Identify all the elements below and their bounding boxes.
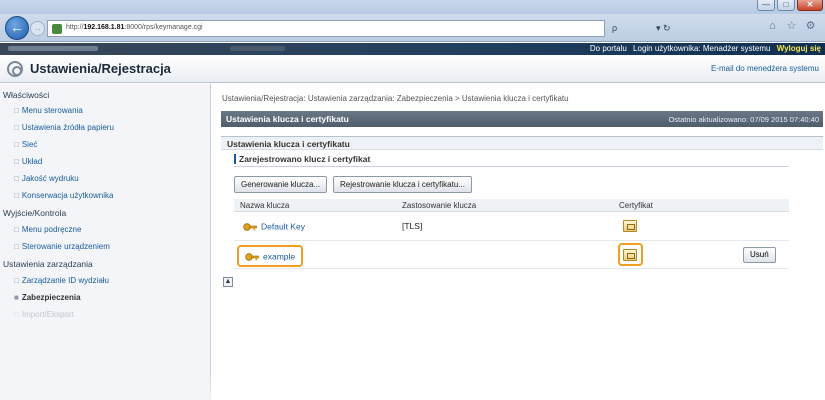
column-key-name: Nazwa klucza (240, 201, 290, 210)
bullet-icon: □ (14, 276, 19, 285)
email-admin-link[interactable]: E-mail do menedżera systemu (711, 64, 819, 73)
settings-icon[interactable]: ⚙ (804, 20, 817, 33)
sidebar-item-print-quality[interactable]: □ Jakość wydruku (14, 174, 79, 183)
last-updated: Ostatnio aktualizowano: 07/09 2015 07:40… (668, 115, 819, 124)
refresh-icon[interactable]: ▾ ↻ (656, 20, 671, 37)
page-title-bar: Ustawienia klucza i certyfikatu Ostatnio… (221, 111, 823, 127)
back-button[interactable]: ← (5, 16, 29, 40)
forward-button[interactable]: → (30, 21, 45, 36)
main-content: Ustawienia/Rejestracja: Ustawienia zarzą… (213, 84, 825, 400)
bullet-icon: □ (14, 157, 19, 166)
column-certificate: Certyfikat (619, 201, 653, 210)
certificate-icon[interactable] (623, 249, 637, 261)
section-title: Ustawienia klucza i certyfikatu (227, 139, 350, 149)
sidebar: Właściwości □ Menu sterowania □ Ustawienia… (0, 84, 211, 400)
login-user-info: Login użytkownika: Menadżer systemu (633, 44, 771, 53)
settings-gear-icon (7, 61, 23, 77)
sidebar-fade (0, 370, 211, 400)
registered-label: Zarejestrowano klucz i certyfikat (234, 154, 370, 164)
delete-button[interactable]: Usuń (743, 247, 776, 263)
top-links: Do portalu Login użytkownika: Menadżer s… (586, 44, 821, 53)
sidebar-section-output-control[interactable]: Wyjście/Kontrola (3, 208, 66, 218)
generate-key-button[interactable]: Generowanie klucza... (234, 176, 328, 193)
bullet-icon: ■ (14, 293, 19, 302)
sidebar-item-quick-menu[interactable]: □ Menu podręczne (14, 225, 81, 234)
sidebar-item-network[interactable]: □ Sieć (14, 140, 37, 149)
certificate-icon[interactable] (623, 220, 637, 232)
address-bar[interactable]: http://192.168.1.81:8000/rps/keymanage.c… (47, 20, 605, 37)
sidebar-section-management[interactable]: Ustawienia zarządzania (3, 259, 93, 269)
bullet-icon: □ (14, 123, 19, 132)
key-usage: [TLS] (402, 221, 423, 231)
portal-link[interactable]: Do portalu (590, 44, 627, 53)
url-text[interactable]: http://192.168.1.81:8000/rps/keymanage.c… (66, 24, 203, 31)
sidebar-item-control-menu[interactable]: □ Menu sterowania (14, 106, 83, 115)
close-button[interactable]: ✕ (797, 0, 823, 11)
sidebar-item-department-id[interactable]: □ Zarządzanie ID wydziału (14, 276, 109, 285)
home-icon[interactable]: ⌂ (766, 20, 779, 33)
logout-link[interactable]: Wyloguj się (777, 44, 821, 53)
bullet-icon: □ (14, 140, 19, 149)
sidebar-item-paper-source[interactable]: □ Ustawienia źródła papieru (14, 123, 114, 132)
search-icon[interactable]: ρ (612, 20, 617, 37)
browser-toolbar-icons: ⌂ ☆ ⚙ (766, 20, 817, 33)
register-key-button[interactable]: Rejestrowanie klucza i certyfikatu... (333, 176, 472, 193)
key-icon (245, 253, 259, 261)
minimize-button[interactable]: — (757, 0, 775, 11)
table-header: Nazwa klucza Zastosowanie klucza Certyfi… (234, 199, 789, 212)
favorites-icon[interactable]: ☆ (785, 20, 798, 33)
bullet-icon: □ (14, 174, 19, 183)
device-name-blurred (8, 46, 98, 51)
page-heading: Ustawienia klucza i certyfikatu (226, 114, 349, 124)
sidebar-item-import-export[interactable]: □ Import/Eksport (14, 310, 74, 319)
divider (234, 166, 789, 167)
address-tools: ρ ▾ ↻ (612, 20, 682, 37)
bullet-icon: □ (14, 310, 19, 319)
sidebar-item-device-control[interactable]: □ Sterowanie urządzeniem (14, 242, 110, 251)
sidebar-item-security[interactable]: ■ Zabezpieczenia (14, 293, 81, 302)
scroll-top-icon[interactable]: ▲ (223, 277, 233, 287)
browser-titlebar: — □ ✕ (0, 0, 825, 14)
table-row: example Usuń (234, 241, 789, 269)
maximize-button[interactable]: □ (777, 0, 795, 11)
bullet-icon: □ (14, 225, 19, 234)
device-model-blurred (230, 46, 285, 51)
sidebar-item-layout[interactable]: □ Układ (14, 157, 42, 166)
app-header: Ustawienia/Rejestracja E-mail do menedże… (0, 55, 825, 83)
key-link-example[interactable]: example (237, 245, 304, 267)
certificate-highlight (618, 243, 643, 266)
page-title: Ustawienia/Rejestracja (30, 61, 171, 76)
site-icon (52, 24, 62, 34)
section-header: Ustawienia klucza i certyfikatu (221, 136, 823, 150)
column-key-usage: Zastosowanie klucza (402, 201, 477, 210)
breadcrumb: Ustawienia/Rejestracja: Ustawienia zarzą… (222, 94, 569, 103)
key-link-default[interactable]: Default Key (240, 219, 308, 235)
window-controls: — □ ✕ (755, 0, 823, 14)
bullet-icon: □ (14, 191, 19, 200)
sidebar-section-properties[interactable]: Właściwości (3, 90, 49, 100)
table-row: Default Key [TLS] (234, 213, 789, 241)
bullet-icon: □ (14, 106, 19, 115)
app-topbar: Do portalu Login użytkownika: Menadżer s… (0, 43, 825, 55)
bullet-icon: □ (14, 242, 19, 251)
key-icon (243, 223, 257, 231)
sidebar-item-user-maintenance[interactable]: □ Konserwacja użytkownika (14, 191, 113, 200)
browser-navbar: ← → http://192.168.1.81:8000/rps/keymana… (0, 14, 825, 42)
